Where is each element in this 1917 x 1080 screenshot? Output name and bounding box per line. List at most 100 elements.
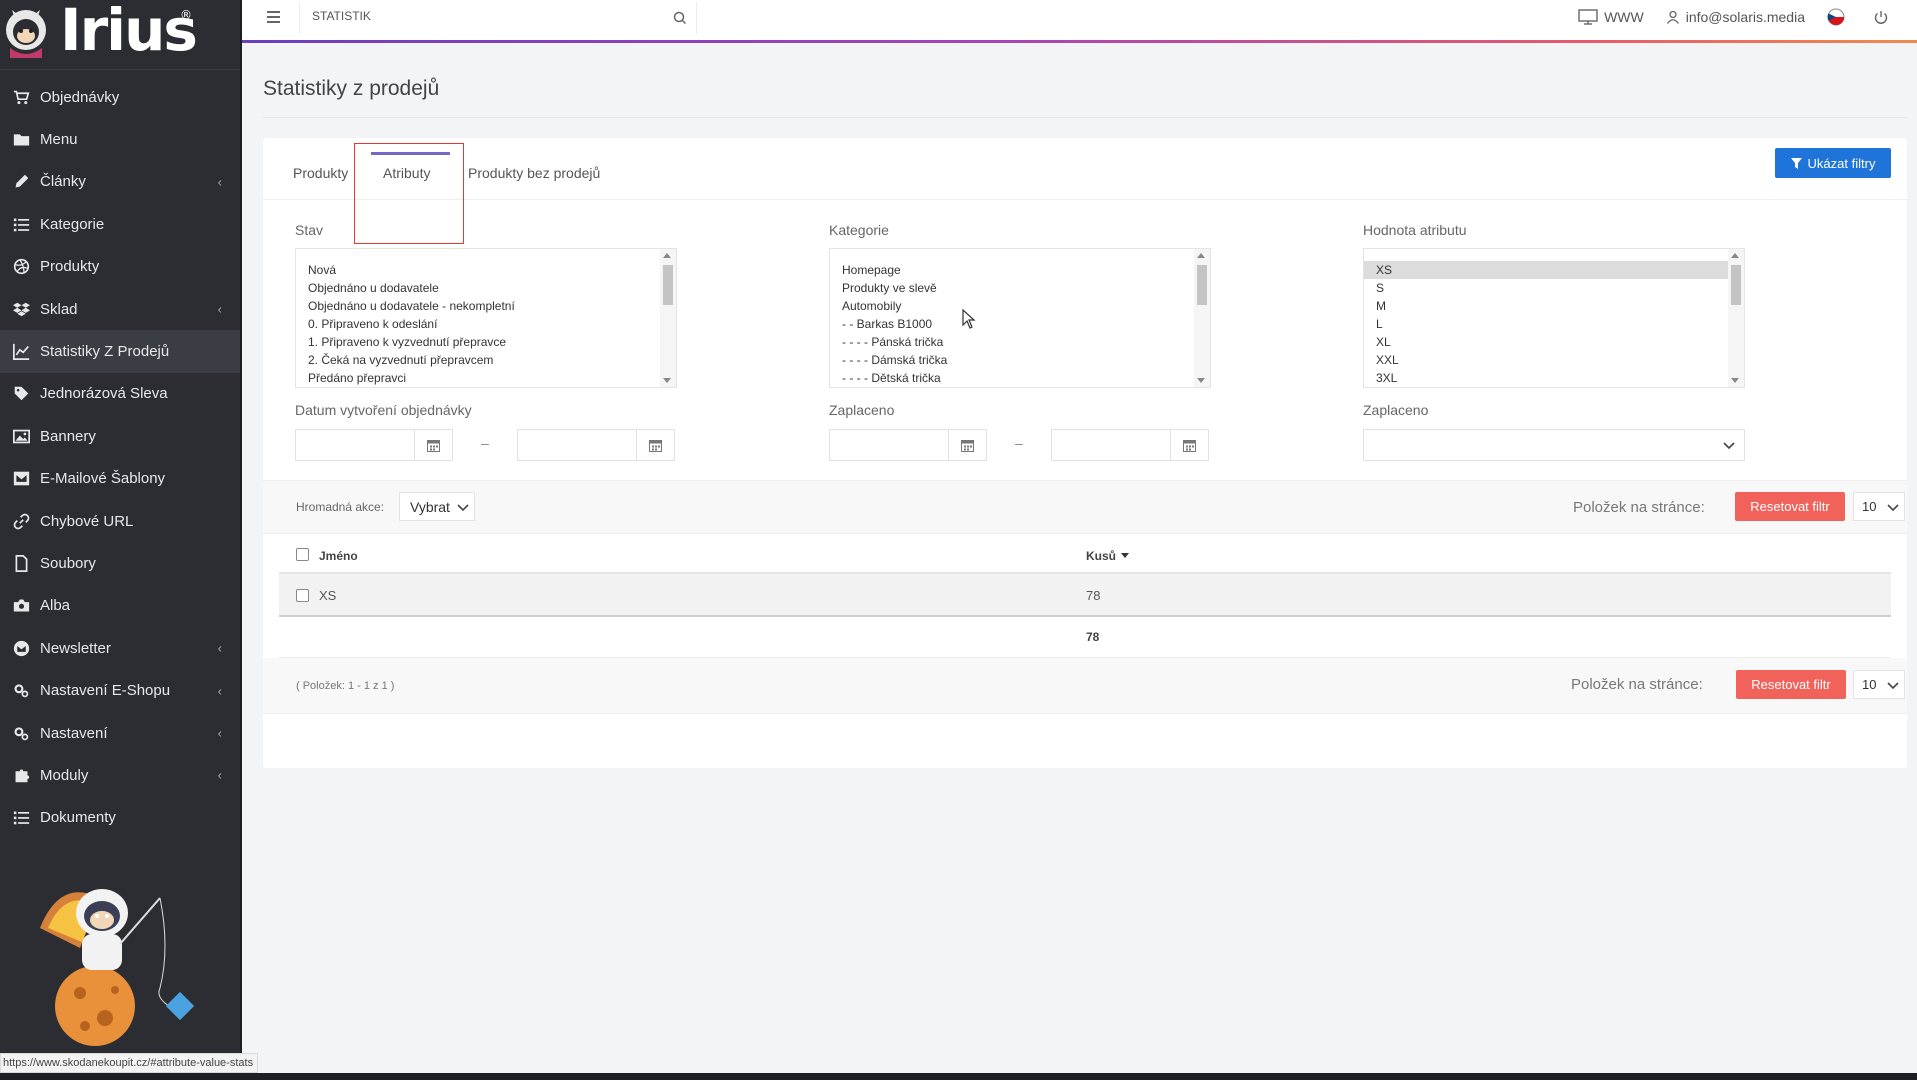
sidebar-item-newsletter[interactable]: Newsletter ‹ [0,627,242,669]
row-checkbox[interactable] [296,589,309,602]
logout-button[interactable] [1873,9,1895,25]
www-link[interactable]: WWW [1578,9,1644,25]
datum-to-input[interactable] [517,429,675,461]
hodnota-atributu-listbox[interactable]: XS S M L XL XXL 3XL [1363,248,1745,388]
sidebar-item-chybov-url[interactable]: Chybové URL [0,500,242,542]
hamburger-menu-button[interactable] [263,8,283,28]
list-option[interactable]: - - - - Dětská trička [830,369,1194,387]
table-row[interactable]: XS 78 [279,574,1891,617]
sidebar-item-label: Objednávky [40,88,120,106]
sidebar-item-objedn-vky[interactable]: Objednávky [0,76,242,118]
reset-filter-button[interactable]: Resetovat filtr [1735,492,1845,521]
column-pieces-header[interactable]: Kusů [1086,549,1130,563]
sidebar-item-dokumenty[interactable]: Dokumenty [0,797,242,839]
datum-from-input[interactable] [295,429,453,461]
stav-listbox[interactable]: Nová Objednáno u dodavatele Objednáno u do… [295,248,677,388]
list-option[interactable]: Homepage [830,261,1194,279]
folder-icon [11,130,31,150]
pencil-icon [11,172,31,192]
per-page-select[interactable]: 10 [1853,492,1905,521]
user-icon [1666,10,1679,24]
bulk-action-select[interactable]: Vybrat [399,492,475,521]
list-option[interactable]: L [1364,315,1728,333]
link-icon [11,511,31,531]
list-option[interactable]: - - - - Dámská trička [830,351,1194,369]
list-option[interactable]: 3XL [1364,369,1728,387]
user-account[interactable]: info@solaris.media [1666,9,1805,25]
calendar-icon[interactable] [636,430,674,460]
sidebar-item-label: Statistiky Z Prodejů [40,343,170,361]
list-option[interactable]: S [1364,279,1728,297]
sidebar-item-moduly[interactable]: Moduly ‹ [0,754,242,796]
list-option[interactable]: - - - - Pánská trička [830,333,1194,351]
show-filters-button[interactable]: Ukázat filtry [1775,148,1891,178]
sidebar-item-statistiky-z-prodej-[interactable]: Statistiky Z Prodejů [0,330,242,373]
calendar-icon[interactable] [948,430,986,460]
list-option[interactable]: - - Barkas B1000 [830,315,1194,333]
sidebar-item-produkty[interactable]: Produkty [0,246,242,288]
datum-label: Datum vytvoření objednávky [295,402,472,418]
list-option[interactable]: Produkty ve slevě [830,279,1194,297]
sidebar-item-label: Produkty [40,258,100,276]
per-page-value: 10 [1862,677,1877,692]
sidebar-item-alba[interactable]: Alba [0,585,242,627]
main-content: Statistiky z prodejů Produkty Atributy P… [242,43,1917,1080]
sidebar-item-menu[interactable]: Menu [0,118,242,160]
sidebar-item-nastaven-e-shopu[interactable]: Nastavení E-Shopu ‹ [0,669,242,711]
reset-filter-button[interactable]: Resetovat filtr [1736,670,1846,699]
list-option[interactable]: 1. Připraveno k vyzvednutí přepravce [296,333,660,351]
tab-atributy[interactable]: Atributy [383,165,430,181]
tab-produkty[interactable]: Produkty [293,165,348,181]
list-option[interactable]: Předáno přepravci [296,369,660,387]
logo[interactable]: Irius ® [0,0,242,70]
list-option[interactable]: Objednáno u dodavatele - nekompletní [296,297,660,315]
statistics-card: Produkty Atributy Produkty bez prodejů U… [263,138,1907,768]
kategorie-scrollbar[interactable] [1194,249,1210,387]
sidebar-item-bannery[interactable]: Bannery [0,415,242,457]
language-switch[interactable] [1827,8,1851,26]
sidebar-item-nastaven-[interactable]: Nastavení ‹ [0,712,242,754]
logo-text: Irius [60,0,198,64]
sidebar-item-sklad[interactable]: Sklad ‹ [0,288,242,330]
list-option[interactable]: M [1364,297,1728,315]
tab-produkty-bez-prodeju[interactable]: Produkty bez prodejů [468,165,600,181]
list-option[interactable]: Objednáno u dodavatele [296,279,660,297]
sidebar-item-kategorie[interactable]: Kategorie [0,203,242,245]
chevron-down-icon [1887,504,1899,512]
zaplaceno-label: Zaplaceno [829,402,895,418]
monitor-icon [1578,9,1598,25]
sidebar-item-label: Jednorázová Sleva [40,385,168,403]
bottom-strip [0,1073,1917,1080]
list-option[interactable]: XS [1364,261,1728,279]
hodnota-scrollbar[interactable] [1728,249,1744,387]
sidebar-item-jednor-zov-sleva[interactable]: Jednorázová Sleva [0,373,242,415]
mascot-logo-icon [6,10,46,58]
sidebar-item-soubory[interactable]: Soubory [0,542,242,584]
stav-scrollbar[interactable] [660,249,676,387]
list-option[interactable]: XL [1364,333,1728,351]
column-name-header[interactable]: Jméno [319,549,358,563]
sidebar-item-label: Články [40,173,86,191]
sidebar-item--l-nky[interactable]: Články ‹ [0,161,242,203]
calendar-icon[interactable] [1170,430,1208,460]
per-page-select[interactable]: 10 [1853,670,1905,699]
envelope-square-icon [11,469,31,489]
sidebar-item-e-mailov-ablony[interactable]: E-Mailové Šablony [0,458,242,500]
select-all-checkbox[interactable] [296,548,309,561]
date-range-dash: – [1015,435,1023,451]
column-pieces-label: Kusů [1086,549,1116,563]
list-option[interactable]: 0. Připraveno k odeslání [296,315,660,333]
list-option[interactable]: XXL [1364,351,1728,369]
sidebar-item-label: Menu [40,131,78,149]
row-pieces: 78 [1086,588,1101,603]
zaplaceno-select[interactable] [1363,429,1745,461]
list-option[interactable]: 2. Čeká na vyzvednutí přepravcem [296,351,660,369]
zaplaceno-from-input[interactable] [829,429,987,461]
kategorie-listbox[interactable]: Homepage Produkty ve slevě Automobily - - B… [829,248,1211,388]
list-option[interactable]: Nová [296,261,660,279]
list-option[interactable]: Automobily [830,297,1194,315]
calendar-icon[interactable] [414,430,452,460]
search-input[interactable] [312,9,652,23]
search-icon[interactable] [672,10,688,26]
zaplaceno-to-input[interactable] [1051,429,1209,461]
